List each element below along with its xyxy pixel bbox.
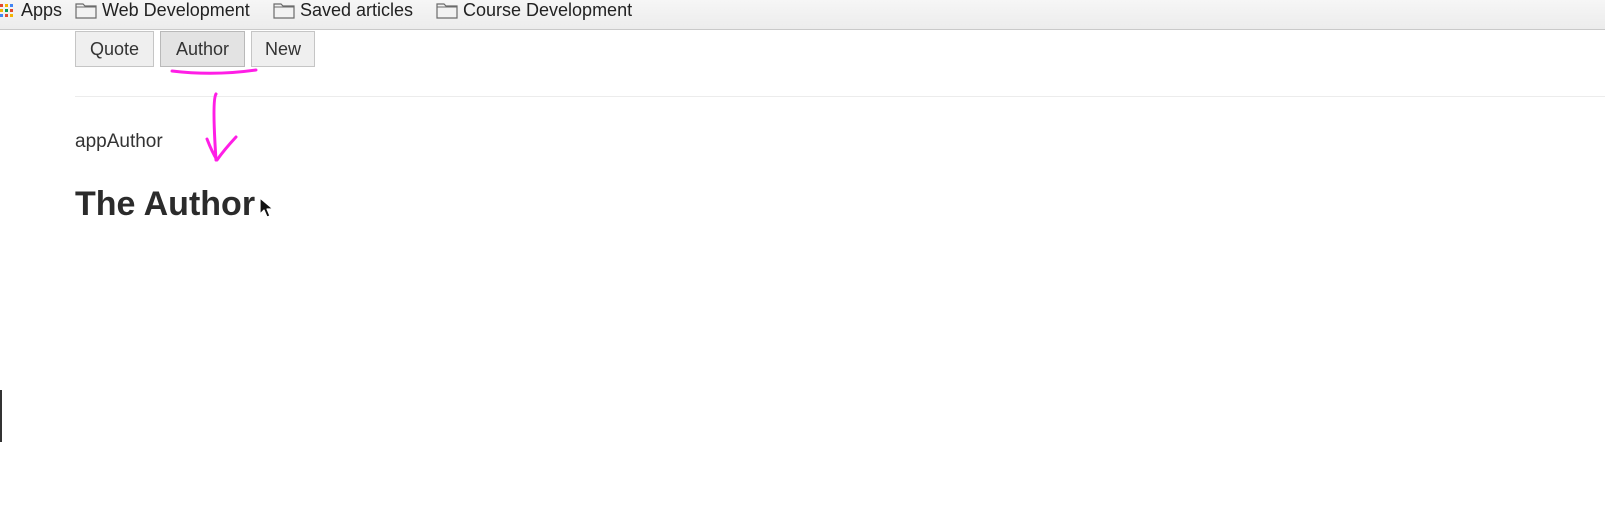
bookmark-apps-label: Apps [21, 0, 63, 20]
apps-grid-icon [0, 3, 13, 17]
bookmark-label: Course Development [463, 0, 633, 20]
component-label: appAuthor [75, 131, 163, 152]
text-caret [0, 390, 2, 442]
bookmark-saved-articles[interactable]: Saved articles [273, 0, 413, 20]
arrow-down-icon [205, 92, 238, 162]
annotation-overlay [170, 68, 258, 162]
quote-button[interactable]: Quote [75, 31, 154, 67]
author-button[interactable]: Author [160, 31, 245, 67]
divider [75, 96, 1605, 97]
bookmark-label: Saved articles [300, 0, 414, 20]
bookmark-apps[interactable]: Apps [0, 0, 63, 20]
new-button[interactable]: New [251, 31, 315, 67]
bookmark-course-development[interactable]: Course Development [436, 0, 632, 20]
underline-mark [170, 68, 258, 75]
mouse-cursor-icon [259, 197, 274, 218]
folder-icon [273, 3, 295, 19]
folder-icon [436, 3, 458, 19]
bookmark-web-development[interactable]: Web Development [75, 0, 250, 20]
page-heading: The Author [75, 185, 256, 223]
bookmarks-bar: Apps Web Development Saved articles Cour… [0, 0, 1605, 30]
bookmark-label: Web Development [102, 0, 250, 20]
folder-icon [75, 3, 97, 19]
